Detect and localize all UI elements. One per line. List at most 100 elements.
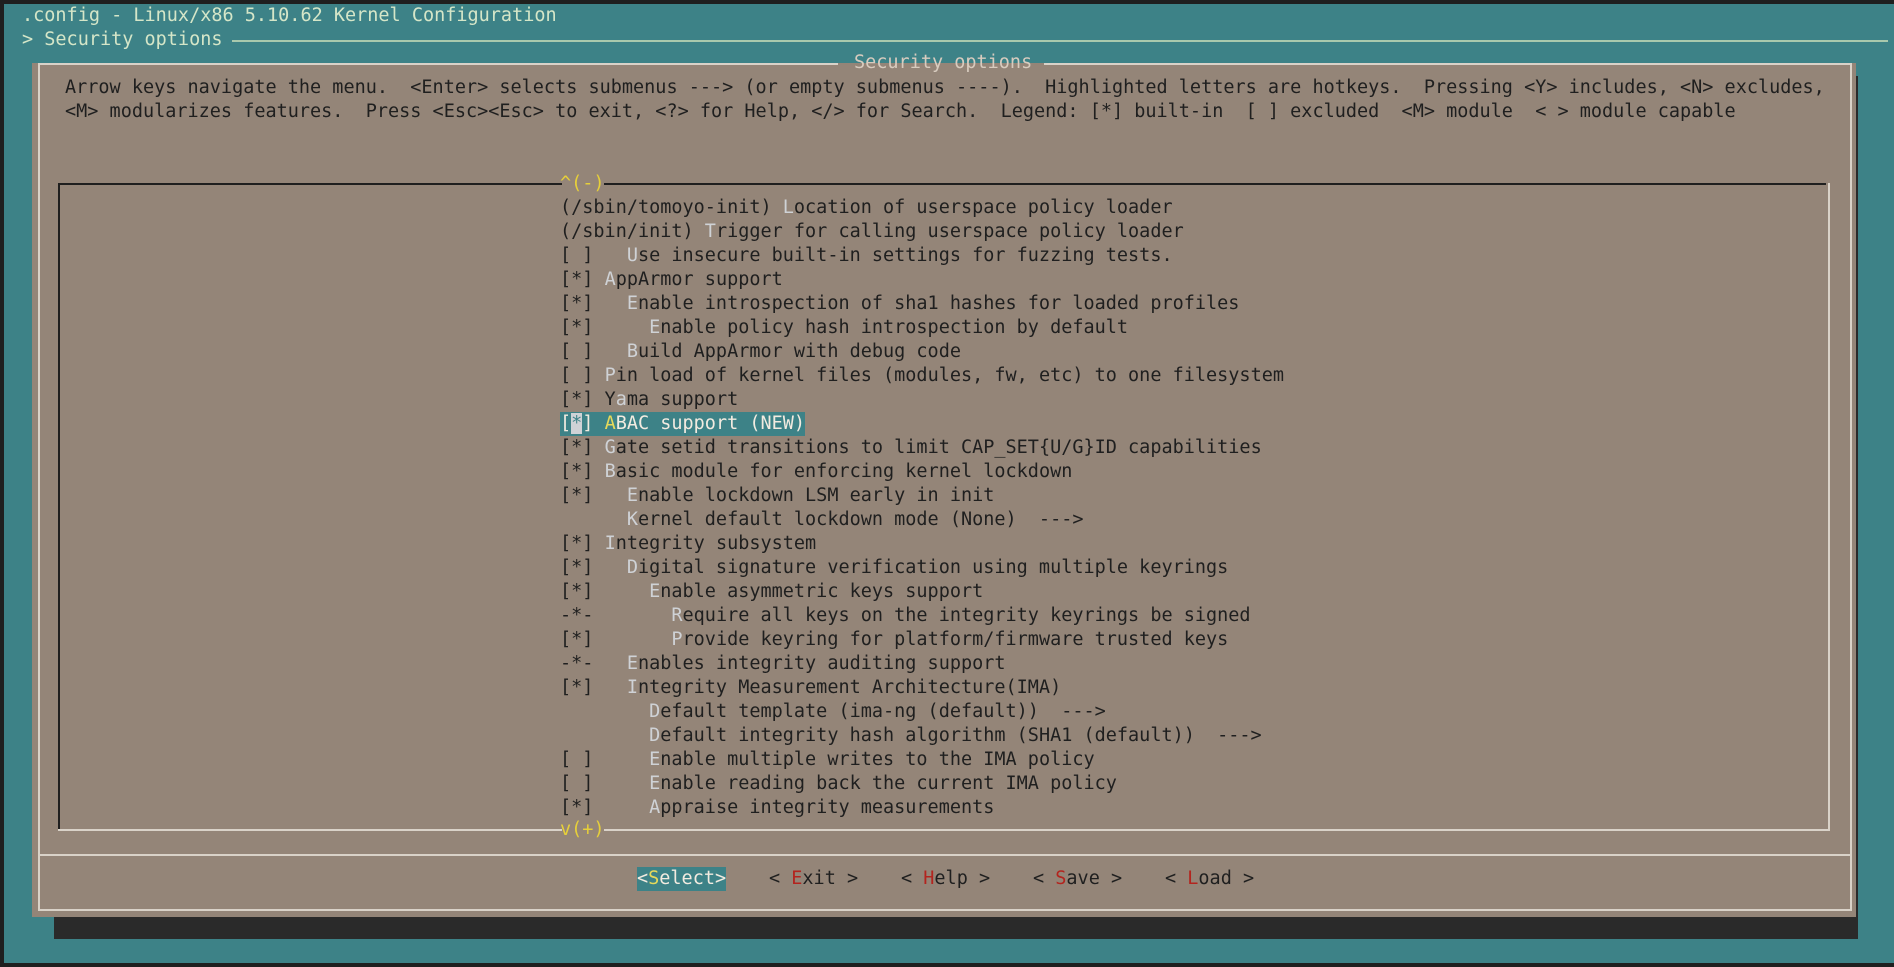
menu-item-prefix: -*- — [560, 653, 627, 674]
menu-item-label: nable reading back the current IMA polic… — [660, 773, 1117, 794]
menu-item-hotkey: E — [649, 749, 661, 770]
menu-item-prefix: [*] — [560, 677, 627, 698]
menu-item[interactable]: (/sbin/init) Trigger for calling userspa… — [560, 220, 1184, 244]
menu-item-label: nable policy hash introspection by defau… — [660, 317, 1129, 338]
exit-button[interactable]: < Exit > — [769, 867, 858, 891]
menu-item-hotkey: I — [626, 677, 638, 698]
save-button[interactable]: < Save > — [1033, 867, 1122, 891]
menu-item-prefix: (/sbin/tomoyo-init) — [560, 197, 783, 218]
scroll-up-indicator[interactable]: ^(-) — [560, 172, 605, 196]
menu-item-hotkey: A — [649, 797, 661, 818]
menu-item-hotkey: U — [626, 245, 638, 266]
menu-item-label: rovide keyring for platform/firmware tru… — [682, 629, 1229, 650]
menu-item-prefix: [*] — [560, 293, 627, 314]
menu-item[interactable]: (/sbin/tomoyo-init) Location of userspac… — [560, 196, 1173, 220]
menu-item[interactable]: [*] Enable policy hash introspection by … — [560, 316, 1128, 340]
menu-item-hotkey: B — [604, 461, 616, 482]
menu-item-hotkey: L — [782, 197, 794, 218]
menu-item-label: ocation of userspace policy loader — [793, 197, 1173, 218]
dialog-title: Security options — [854, 52, 1033, 73]
menu-item-hotkey: E — [626, 653, 638, 674]
menu-item[interactable]: [*] Yama support — [560, 388, 738, 412]
menu-item-label: nables integrity auditing support — [637, 653, 1006, 674]
menu-item[interactable]: Kernel default lockdown mode (None) ---> — [560, 508, 1084, 532]
menu-item[interactable]: [*] Digital signature verification using… — [560, 556, 1228, 580]
menu-item-hotkey: B — [626, 341, 638, 362]
breadcrumb: > Security options — [22, 29, 223, 50]
menu-item-hotkey: T — [704, 221, 716, 242]
menu-item[interactable]: [*] Appraise integrity measurements — [560, 796, 994, 820]
dialog-shadow-bottom — [54, 917, 1858, 939]
menu-item[interactable]: Default integrity hash algorithm (SHA1 (… — [560, 724, 1262, 748]
menu-item-prefix: [*] — [560, 461, 605, 482]
menu-item-prefix: [*] — [560, 413, 605, 434]
menu-item-label: nable asymmetric keys support — [660, 581, 984, 602]
menu-item-hotkey: E — [626, 293, 638, 314]
menu-item[interactable]: [ ] Build AppArmor with debug code — [560, 340, 961, 364]
load-button[interactable]: < Load > — [1165, 867, 1254, 891]
menu-item-label: ma support — [626, 389, 739, 410]
menu-item-label: ntegrity Measurement Architecture(IMA) — [637, 677, 1062, 698]
menu-item[interactable]: [*] Gate setid transitions to limit CAP_… — [560, 436, 1262, 460]
scroll-down-indicator[interactable]: v(+) — [560, 818, 605, 842]
menu-item-prefix: [ ] — [560, 245, 627, 266]
menu-item-label: ate setid transitions to limit CAP_SET{U… — [615, 437, 1262, 458]
menu-item-label: BAC support (NEW) — [615, 413, 806, 434]
menu-item-hotkey: P — [604, 365, 616, 386]
menu-item-label: se insecure built-in settings for fuzzin… — [637, 245, 1173, 266]
window-title: .config - Linux/x86 5.10.62 Kernel Confi… — [22, 5, 557, 26]
menu-item-prefix: [*] — [560, 317, 650, 338]
menu-item-label: rigger for calling userspace policy load… — [715, 221, 1184, 242]
menu-item[interactable]: [*] Enable asymmetric keys support — [560, 580, 983, 604]
menu-item[interactable]: [ ] Pin load of kernel files (modules, f… — [560, 364, 1284, 388]
menu-item-label: equire all keys on the integrity keyring… — [682, 605, 1251, 626]
menu-item[interactable]: -*- Enables integrity auditing support — [560, 652, 1006, 676]
menu-item-hotkey: D — [649, 725, 661, 746]
menu-item[interactable]: -*- Require all keys on the integrity ke… — [560, 604, 1251, 628]
menu-item-hotkey: D — [626, 557, 638, 578]
menu-item[interactable]: [*] ABAC support (NEW) — [560, 412, 806, 436]
menu-item[interactable]: [*] Integrity Measurement Architecture(I… — [560, 676, 1061, 700]
menu-item[interactable]: [*] Integrity subsystem — [560, 532, 816, 556]
breadcrumb-rule — [232, 40, 1888, 42]
menu-item-label: in load of kernel files (modules, fw, et… — [615, 365, 1284, 386]
menu-item-hotkey: I — [604, 533, 616, 554]
menu-item-prefix: -*- — [560, 605, 672, 626]
menu-item[interactable]: [ ] Enable multiple writes to the IMA po… — [560, 748, 1095, 772]
menu-item-label: efault template (ima-ng (default)) ---> — [660, 701, 1106, 722]
menu-item[interactable]: [*] Enable introspection of sha1 hashes … — [560, 292, 1239, 316]
menu-item-prefix: [*] — [560, 629, 672, 650]
menu-item[interactable]: [*] Enable lockdown LSM early in init — [560, 484, 994, 508]
menu-item-hotkey: E — [649, 581, 661, 602]
menu-item[interactable]: [ ] Use insecure built-in settings for f… — [560, 244, 1173, 268]
menu-item-hotkey: P — [671, 629, 683, 650]
help-text-line-2: <M> modularizes features. Press <Esc><Es… — [65, 101, 1736, 122]
menu-item-label: ppraise integrity measurements — [660, 797, 995, 818]
menu-item[interactable]: [*] Provide keyring for platform/firmwar… — [560, 628, 1228, 652]
button-separator — [38, 854, 1852, 856]
menu-item-hotkey: E — [649, 773, 661, 794]
menu-item-hotkey: A — [604, 269, 616, 290]
menu-item-prefix: [*] — [560, 797, 650, 818]
dialog-top-border-left — [38, 63, 838, 65]
menu-item-prefix: [ ] — [560, 749, 650, 770]
menu-item[interactable]: [ ] Enable reading back the current IMA … — [560, 772, 1117, 796]
menu-item-hotkey: E — [649, 317, 661, 338]
select-button[interactable]: <Select> — [637, 867, 727, 891]
help-button[interactable]: < Help > — [901, 867, 990, 891]
menu-item-prefix — [560, 701, 649, 722]
menu-item-prefix — [560, 509, 627, 530]
menu-item[interactable]: [*] AppArmor support — [560, 268, 783, 292]
menu-item[interactable]: [*] Basic module for enforcing kernel lo… — [560, 460, 1072, 484]
menu-item-label: asic module for enforcing kernel lockdow… — [615, 461, 1073, 482]
menu-item-hotkey: E — [626, 485, 638, 506]
menu-item-label: uild AppArmor with debug code — [637, 341, 961, 362]
menu-item-prefix: [ ] — [560, 773, 650, 794]
menu-item-prefix: [*] — [560, 533, 605, 554]
menu-box-top-left — [58, 183, 562, 185]
menu-item[interactable]: Default template (ima-ng (default)) ---> — [560, 700, 1106, 724]
menu-box-bottom-left — [58, 829, 562, 831]
help-text-line-1: Arrow keys navigate the menu. <Enter> se… — [65, 77, 1825, 98]
menu-item-prefix: [ ] — [560, 365, 605, 386]
menu-item-prefix — [560, 725, 649, 746]
